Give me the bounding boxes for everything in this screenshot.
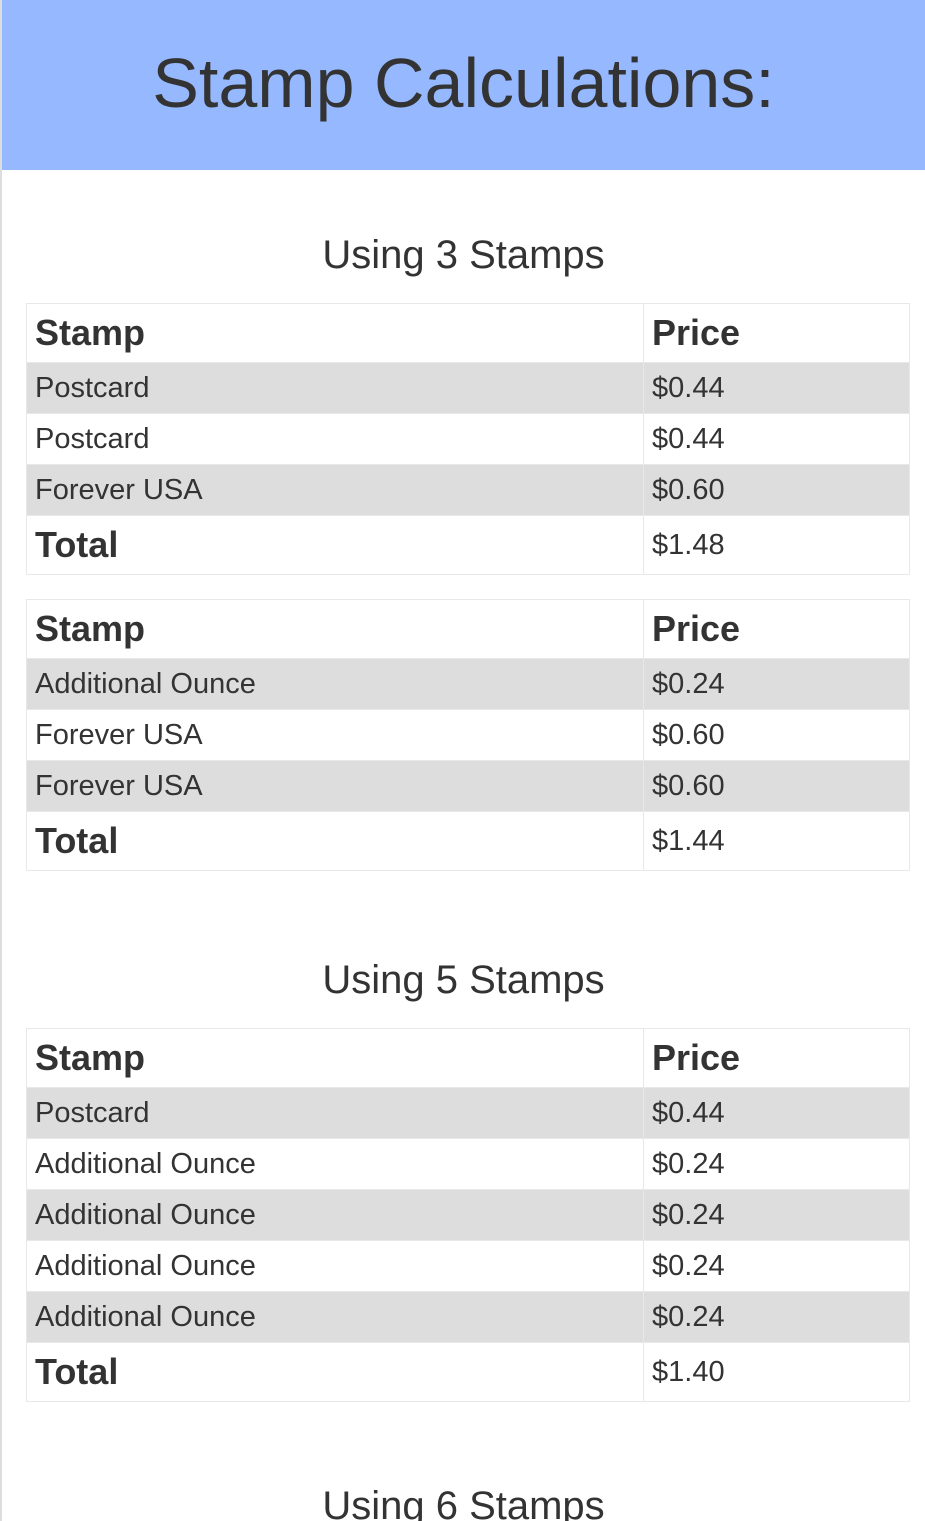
column-header-stamp: Stamp bbox=[26, 1028, 644, 1088]
section-title-3-stamps: Using 3 Stamps bbox=[322, 233, 605, 277]
stamp-price: $0.60 bbox=[643, 760, 910, 812]
total-label: Total bbox=[26, 515, 644, 575]
stamp-name: Postcard bbox=[26, 1087, 644, 1139]
table-header-row: Stamp Price bbox=[26, 1028, 910, 1088]
total-row: Total $1.48 bbox=[26, 515, 910, 575]
table-row: Forever USA $0.60 bbox=[26, 709, 910, 761]
stamp-price: $0.60 bbox=[643, 709, 910, 761]
table-row: Postcard $0.44 bbox=[26, 413, 910, 465]
section-title-6-stamps: Using 6 Stamps bbox=[322, 1484, 605, 1521]
table-row: Additional Ounce $0.24 bbox=[26, 1291, 910, 1343]
table-row: Additional Ounce $0.24 bbox=[26, 1138, 910, 1190]
total-row: Total $1.40 bbox=[26, 1342, 910, 1402]
table-row: Forever USA $0.60 bbox=[26, 464, 910, 516]
table-row: Postcard $0.44 bbox=[26, 362, 910, 414]
stamp-name: Forever USA bbox=[26, 760, 644, 812]
column-header-stamp: Stamp bbox=[26, 303, 644, 363]
total-value: $1.44 bbox=[643, 811, 910, 871]
total-value: $1.48 bbox=[643, 515, 910, 575]
stamp-price: $0.24 bbox=[643, 1189, 910, 1241]
total-value: $1.40 bbox=[643, 1342, 910, 1402]
stamp-table: Stamp Price Postcard $0.44 Additional Ou… bbox=[26, 1028, 910, 1402]
table-header-row: Stamp Price bbox=[26, 303, 910, 363]
column-header-price: Price bbox=[643, 303, 910, 363]
stamp-price: $0.24 bbox=[643, 1291, 910, 1343]
total-row: Total $1.44 bbox=[26, 811, 910, 871]
stamp-price: $0.44 bbox=[643, 1087, 910, 1139]
stamp-name: Forever USA bbox=[26, 464, 644, 516]
table-header-row: Stamp Price bbox=[26, 599, 910, 659]
total-label: Total bbox=[26, 811, 644, 871]
stamp-price: $0.60 bbox=[643, 464, 910, 516]
table-row: Additional Ounce $0.24 bbox=[26, 1189, 910, 1241]
stamp-name: Additional Ounce bbox=[26, 1291, 644, 1343]
page-title: Stamp Calculations: bbox=[152, 44, 775, 122]
stamp-name: Additional Ounce bbox=[26, 1189, 644, 1241]
stamp-name: Additional Ounce bbox=[26, 658, 644, 710]
column-header-stamp: Stamp bbox=[26, 599, 644, 659]
page: Stamp Calculations: Using 3 Stamps Stamp… bbox=[0, 0, 925, 1521]
stamp-price: $0.44 bbox=[643, 413, 910, 465]
stamp-name: Postcard bbox=[26, 362, 644, 414]
section-title-5-stamps: Using 5 Stamps bbox=[322, 958, 605, 1002]
stamp-name: Additional Ounce bbox=[26, 1138, 644, 1190]
stamp-name: Additional Ounce bbox=[26, 1240, 644, 1292]
table-row: Postcard $0.44 bbox=[26, 1087, 910, 1139]
table-row: Additional Ounce $0.24 bbox=[26, 658, 910, 710]
stamp-price: $0.24 bbox=[643, 658, 910, 710]
stamp-price: $0.44 bbox=[643, 362, 910, 414]
page-header: Stamp Calculations: bbox=[2, 0, 925, 170]
stamp-table: Stamp Price Postcard $0.44 Postcard $0.4… bbox=[26, 303, 910, 575]
stamp-name: Postcard bbox=[26, 413, 644, 465]
stamp-table: Stamp Price Additional Ounce $0.24 Forev… bbox=[26, 599, 910, 871]
column-header-price: Price bbox=[643, 599, 910, 659]
table-row: Additional Ounce $0.24 bbox=[26, 1240, 910, 1292]
total-label: Total bbox=[26, 1342, 644, 1402]
stamp-price: $0.24 bbox=[643, 1240, 910, 1292]
column-header-price: Price bbox=[643, 1028, 910, 1088]
stamp-price: $0.24 bbox=[643, 1138, 910, 1190]
stamp-name: Forever USA bbox=[26, 709, 644, 761]
table-row: Forever USA $0.60 bbox=[26, 760, 910, 812]
